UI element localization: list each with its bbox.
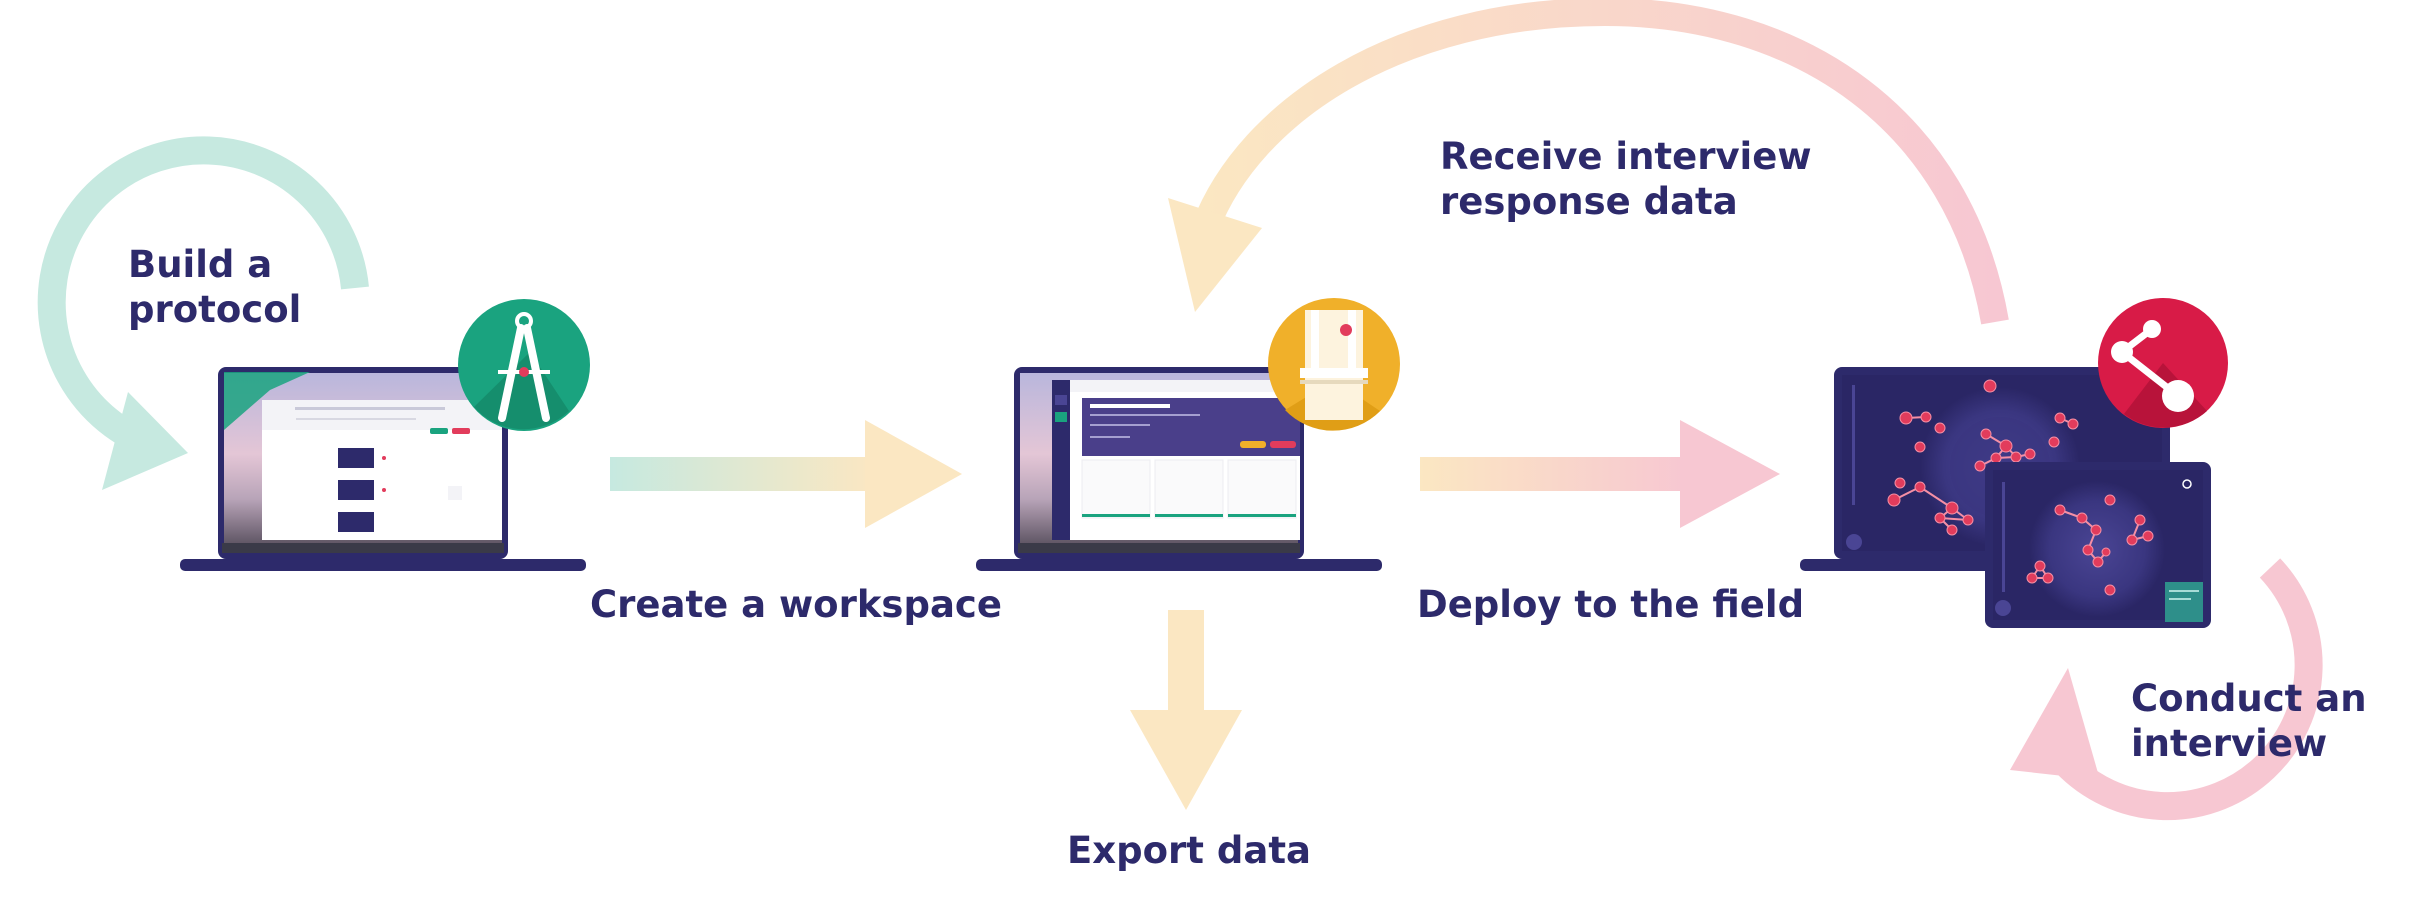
step-build-line2: protocol <box>128 288 302 331</box>
server-icon <box>1268 298 1400 431</box>
interviewer-tablet <box>1985 462 2211 628</box>
step-build-line1: Build a <box>128 243 273 286</box>
deploy-arrow <box>1420 420 1780 528</box>
step-export-label: Export data <box>1067 829 1311 872</box>
step-export: Export data <box>1067 828 1311 873</box>
step-conduct-line2: interview <box>2131 722 2328 765</box>
step-deploy: Deploy to the field <box>1417 582 1804 627</box>
step-receive-line1: Receive interview <box>1440 135 1812 178</box>
step-create-workspace: Create a workspace <box>590 582 1002 627</box>
step-conduct-interview: Conduct an interview <box>2131 676 2367 766</box>
step-deploy-label: Deploy to the field <box>1417 583 1805 626</box>
step-build-protocol: Build a protocol <box>128 242 301 332</box>
step-receive-line2: response data <box>1440 180 1738 223</box>
workflow-diagram <box>37 0 2323 821</box>
create-workspace-arrow <box>610 420 962 528</box>
export-arrow <box>1130 610 1242 810</box>
compass-icon <box>458 299 590 431</box>
step-conduct-line1: Conduct an <box>2131 677 2367 720</box>
step-receive-data: Receive interview response data <box>1440 134 1812 224</box>
step-create-label: Create a workspace <box>590 583 1002 626</box>
share-network-icon <box>2098 298 2228 428</box>
